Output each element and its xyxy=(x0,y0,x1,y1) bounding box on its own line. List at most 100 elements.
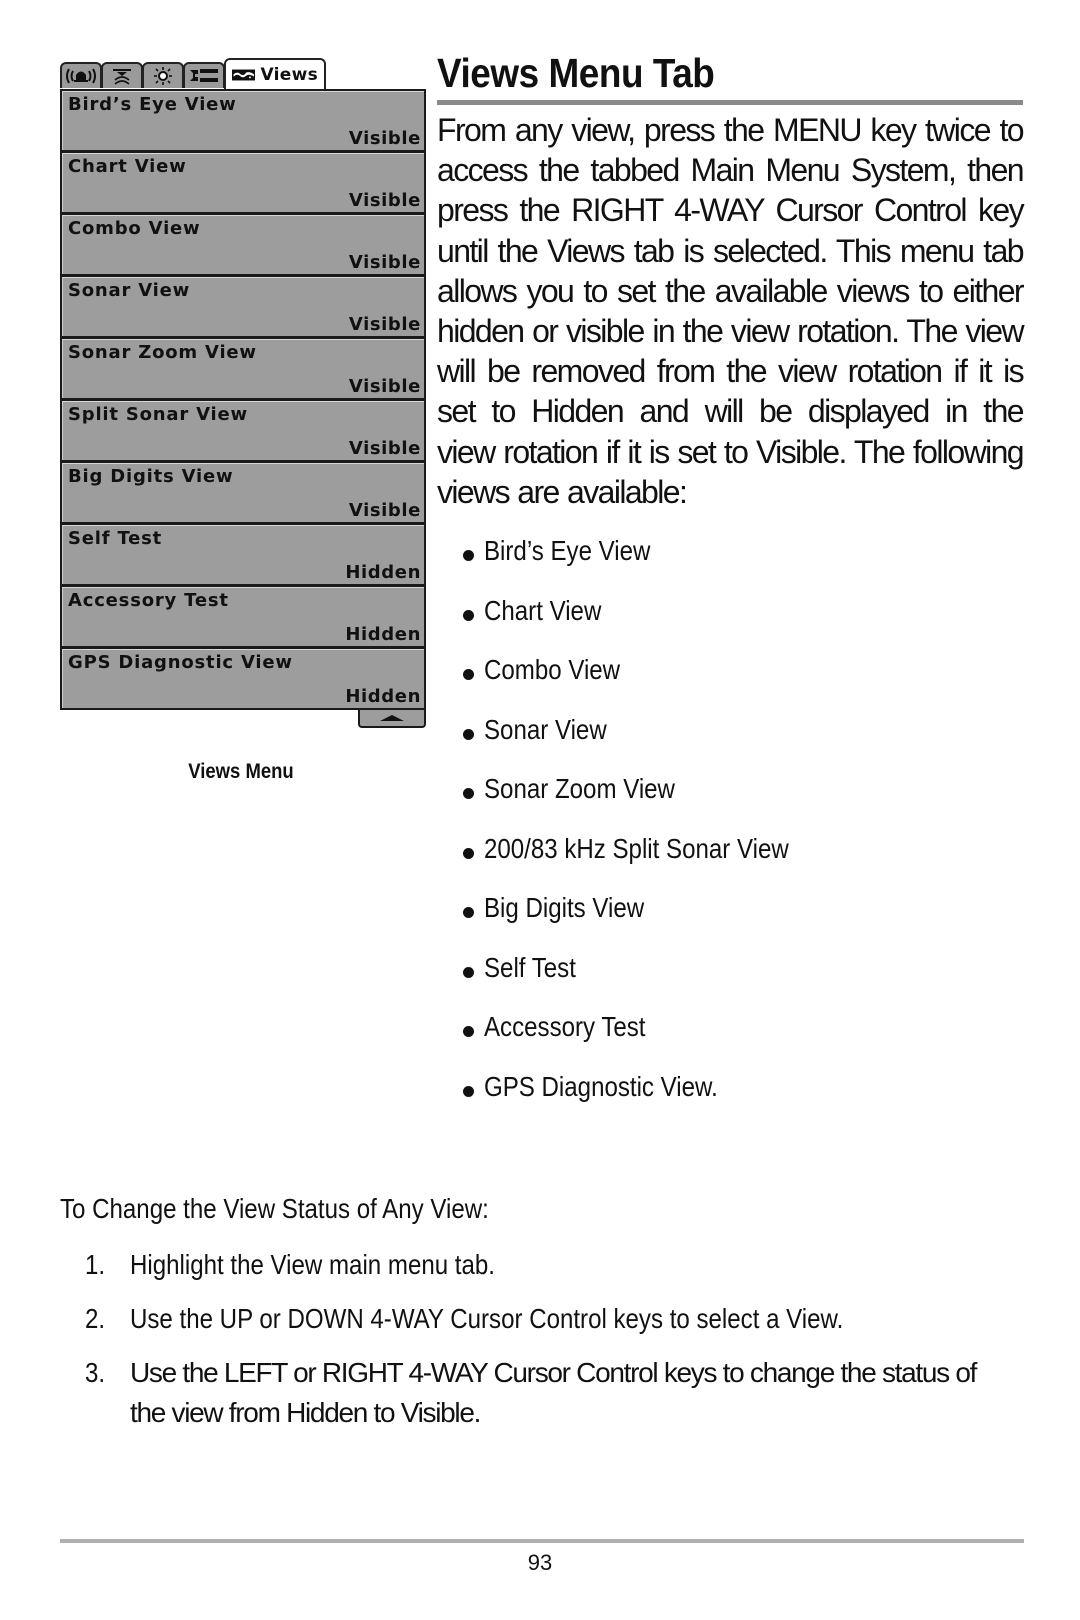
bullet-icon xyxy=(463,1026,474,1037)
menu-item-combo-view[interactable]: Combo View Visible xyxy=(62,215,424,274)
tab-alarms[interactable] xyxy=(60,62,102,88)
bullet-icon xyxy=(463,1085,474,1097)
list-item-text: Bird’s Eye View xyxy=(484,535,651,566)
menu-item-status: Visible xyxy=(348,314,421,335)
menu-tabs: Views xyxy=(60,58,426,89)
step-item: 3. Use the LEFT or RIGHT 4-WAY Cursor Co… xyxy=(85,1353,1015,1433)
views-list: Bird’s Eye View Chart View Combo View So… xyxy=(463,535,838,1130)
step-item: 2. Use the UP or DOWN 4-WAY Cursor Contr… xyxy=(85,1299,1015,1339)
menu-item-name: GPS Diagnostic View xyxy=(68,652,293,673)
step-text: Use the UP or DOWN 4-WAY Cursor Control … xyxy=(130,1299,1015,1339)
menu-item-status: Visible xyxy=(348,376,421,397)
list-item-text: Combo View xyxy=(484,654,621,685)
step-text-content: Highlight the View main menu tab. xyxy=(130,1249,495,1280)
menu-item-sonar-zoom-view[interactable]: Sonar Zoom View Visible xyxy=(62,339,424,398)
list-item-text: GPS Diagnostic View. xyxy=(484,1070,718,1102)
bullet-icon xyxy=(463,847,474,859)
menu-item-status: Hidden xyxy=(345,562,421,583)
views-map-icon xyxy=(232,69,256,80)
menu-item-name: Accessory Test xyxy=(68,590,229,611)
list-item: GPS Diagnostic View. xyxy=(463,1071,838,1131)
menu-item-name: Chart View xyxy=(68,156,187,177)
bullet-icon xyxy=(463,966,474,978)
views-menu-figure: Views Bird’s Eye View Visible Chart View… xyxy=(60,58,426,728)
tab-views-label: Views xyxy=(260,64,318,85)
list-item: Sonar Zoom View xyxy=(463,773,838,833)
list-item: Big Digits View xyxy=(463,892,838,952)
tab-sonar[interactable] xyxy=(101,62,143,88)
menu-item-status: Visible xyxy=(348,500,421,521)
bullet-icon xyxy=(463,669,474,680)
menu-item-status: Hidden xyxy=(345,624,421,645)
alarm-bell-icon xyxy=(66,68,96,84)
list-item: Self Test xyxy=(463,952,838,1012)
sonar-icon xyxy=(113,69,131,85)
bullet-icon xyxy=(463,728,474,740)
step-number-text: 3. xyxy=(85,1357,106,1388)
menu-item-status: Visible xyxy=(348,190,421,211)
figure-caption: Views Menu xyxy=(188,760,294,783)
list-item: 200/83 kHz Split Sonar View xyxy=(463,833,838,893)
step-number-text: 1. xyxy=(85,1249,106,1280)
menu-item-name: Bird’s Eye View xyxy=(68,94,237,115)
tab-setup[interactable] xyxy=(142,62,184,88)
list-item-text: 200/83 kHz Split Sonar View xyxy=(484,832,789,864)
menu-item-split-sonar-view[interactable]: Split Sonar View Visible xyxy=(62,401,424,460)
bullet-icon xyxy=(463,609,474,621)
page-number: 93 xyxy=(527,1550,553,1575)
list-item-text: Accessory Test xyxy=(484,1011,646,1042)
menu-item-self-test[interactable]: Self Test Hidden xyxy=(62,525,424,584)
menu-item-gps-diagnostic-view[interactable]: GPS Diagnostic View Hidden xyxy=(62,649,424,708)
list-item-text: Chart View xyxy=(484,594,602,626)
step-text: Use the LEFT or RIGHT 4-WAY Cursor Contr… xyxy=(130,1357,977,1428)
scroll-up-arrow-icon xyxy=(380,715,404,721)
list-item-text: Self Test xyxy=(484,951,576,983)
step-number-text: 2. xyxy=(85,1303,106,1334)
step-number: 1. xyxy=(85,1245,130,1285)
menu-item-big-digits-view[interactable]: Big Digits View Visible xyxy=(62,463,424,522)
list-item: Combo View xyxy=(463,654,838,714)
menu-item-name: Sonar View xyxy=(68,280,191,301)
menu-item-chart-view[interactable]: Chart View Visible xyxy=(62,153,424,212)
tab-accessories[interactable] xyxy=(183,62,225,88)
views-menu-list: Bird’s Eye View Visible Chart View Visib… xyxy=(60,89,426,710)
scroll-up-button[interactable] xyxy=(358,710,426,728)
bullet-icon xyxy=(463,550,474,561)
intro-text: From any view, press the MENU key twice … xyxy=(437,112,1025,510)
page-title: Views Menu Tab xyxy=(437,50,715,96)
list-item-text: Big Digits View xyxy=(484,892,645,923)
menu-item-birds-eye-view[interactable]: Bird’s Eye View Visible xyxy=(62,91,424,150)
menu-item-sonar-view[interactable]: Sonar View Visible xyxy=(62,277,424,336)
list-item: Accessory Test xyxy=(463,1011,838,1071)
procedure-heading: To Change the View Status of Any View: xyxy=(60,1193,559,1225)
menu-item-status: Visible xyxy=(348,128,421,149)
step-text: Highlight the View main menu tab. xyxy=(130,1245,1015,1285)
procedure-steps: 1. Highlight the View main menu tab. 2. … xyxy=(85,1245,1015,1447)
procedure-heading-text: To Change the View Status of Any View: xyxy=(60,1193,489,1224)
list-item: Sonar View xyxy=(463,714,838,774)
step-item: 1. Highlight the View main menu tab. xyxy=(85,1245,1015,1285)
title-divider xyxy=(437,100,1023,105)
step-number: 3. xyxy=(85,1353,130,1433)
menu-item-name: Combo View xyxy=(68,218,201,239)
list-item-text: Sonar View xyxy=(484,713,607,745)
footer-divider xyxy=(60,1539,1024,1543)
menu-item-name: Big Digits View xyxy=(68,466,234,487)
menu-item-name: Split Sonar View xyxy=(68,404,248,425)
step-number: 2. xyxy=(85,1299,130,1339)
menu-item-name: Sonar Zoom View xyxy=(68,342,257,363)
list-item-text: Sonar Zoom View xyxy=(484,773,675,804)
bullet-icon xyxy=(463,788,474,799)
menu-item-accessory-test[interactable]: Accessory Test Hidden xyxy=(62,587,424,646)
accessory-wrench-icon xyxy=(190,69,218,82)
list-item: Chart View xyxy=(463,595,838,655)
menu-item-name: Self Test xyxy=(68,528,163,549)
menu-item-status: Visible xyxy=(348,252,421,273)
menu-item-status: Visible xyxy=(348,438,421,459)
list-item: Bird’s Eye View xyxy=(463,535,838,595)
tab-views[interactable]: Views xyxy=(224,58,326,89)
intro-paragraph: From any view, press the MENU key twice … xyxy=(437,110,1025,512)
setup-sun-icon xyxy=(154,67,172,85)
bullet-icon xyxy=(463,907,474,918)
menu-item-status: Hidden xyxy=(345,686,421,707)
